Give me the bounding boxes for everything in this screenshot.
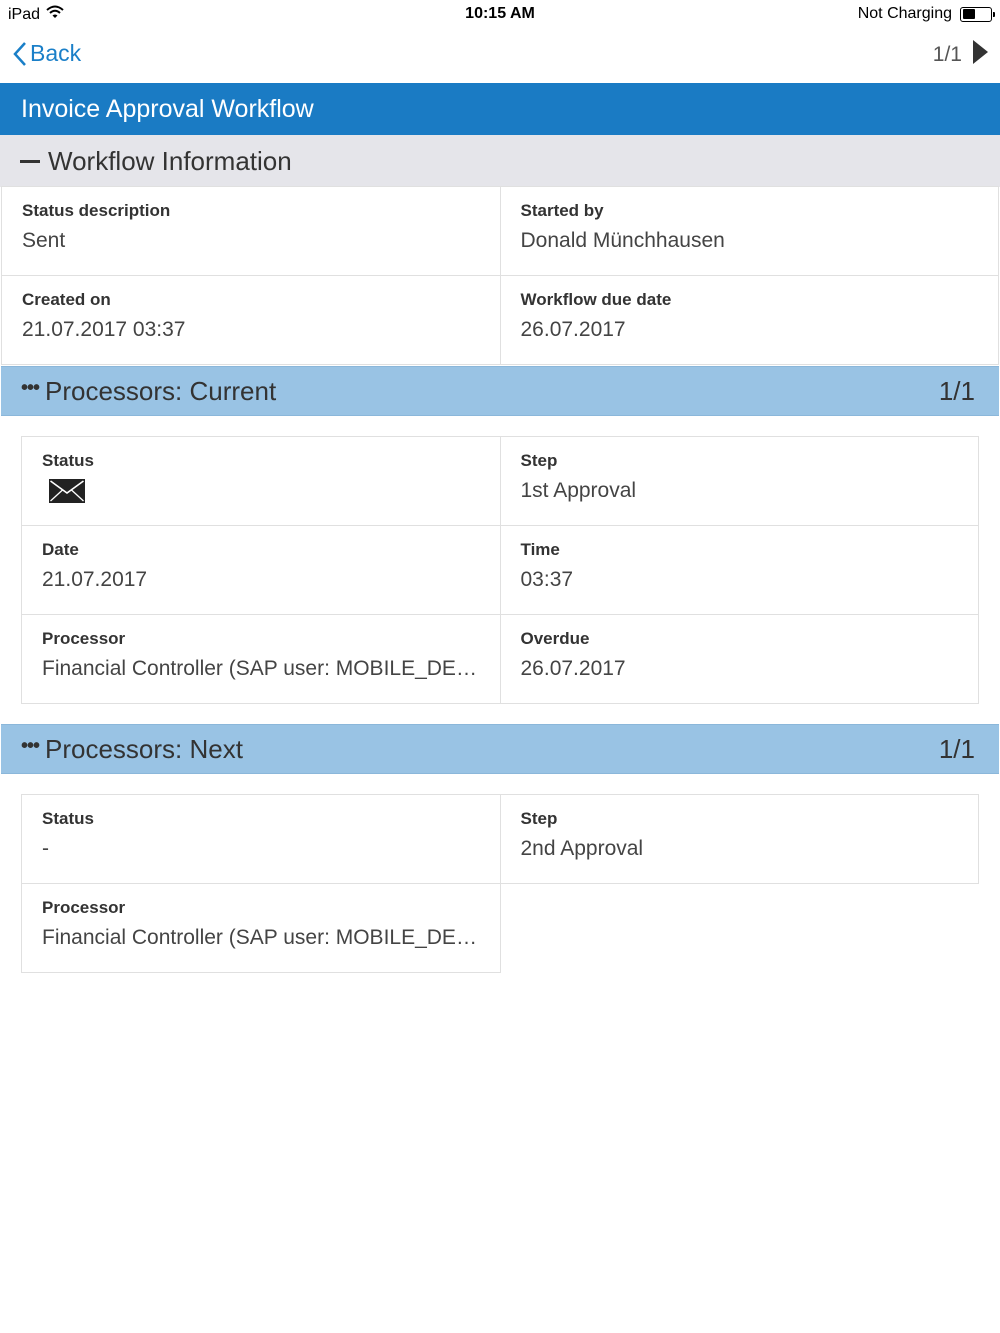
field-value: 2nd Approval	[520, 837, 644, 860]
field-value: -	[42, 837, 49, 860]
field-label: Step	[520, 451, 558, 470]
chevron-left-icon	[13, 41, 26, 66]
field-value: 26.07.2017	[520, 318, 626, 341]
back-button[interactable]: Back	[12, 40, 81, 67]
field-value: Donald Münchhausen	[520, 229, 725, 252]
clock: 10:15 AM	[465, 5, 535, 22]
section-title: Processors: Next	[45, 733, 243, 764]
field-label: Processor	[42, 629, 126, 648]
workflow-info-grid: Status description Sent Started by Donal…	[1, 186, 999, 365]
field-label: Step	[520, 809, 558, 828]
section-processors-current[interactable]: ••• Processors: Current 1/1	[1, 366, 999, 416]
collapse-icon	[20, 159, 40, 163]
battery-icon	[960, 6, 995, 22]
status-bar: iPad 10:15 AM Not Charging	[0, 0, 1000, 28]
play-right-icon	[973, 40, 988, 64]
field-label: Status description	[22, 201, 171, 220]
more-icon: •••	[21, 734, 40, 757]
field-value: 26.07.2017	[520, 657, 626, 680]
field-created-on: Created on 21.07.2017 03:37	[2, 276, 501, 365]
more-icon: •••	[21, 376, 40, 399]
field-label: Workflow due date	[520, 290, 672, 309]
field-processor: Processor Financial Controller (SAP user…	[22, 884, 501, 973]
back-label: Back	[30, 40, 82, 66]
field-started-by: Started by Donald Münchhausen	[500, 187, 999, 276]
field-value: Financial Controller (SAP user: MOBILE_D…	[42, 926, 477, 949]
field-label: Time	[520, 540, 560, 559]
empty-cell	[501, 884, 980, 973]
next-processor-grid: Status - Step 2nd Approval Processor Fin…	[21, 794, 979, 973]
field-label: Date	[42, 540, 79, 559]
field-workflow-due-date: Workflow due date 26.07.2017	[500, 276, 999, 365]
pager-count: 1/1	[932, 43, 962, 66]
field-overdue: Overdue 26.07.2017	[500, 615, 979, 704]
field-time: Time 03:37	[500, 526, 979, 615]
field-label: Started by	[520, 201, 604, 220]
section-title: Workflow Information	[48, 145, 292, 176]
field-value: Financial Controller (SAP user: MOBILE_D…	[42, 657, 477, 680]
page-title: Invoice Approval Workflow	[0, 83, 1000, 135]
charging-status: Not Charging	[857, 5, 952, 22]
section-processors-next[interactable]: ••• Processors: Next 1/1	[1, 724, 999, 774]
field-status: Status -	[22, 795, 501, 884]
next-record-button[interactable]	[972, 40, 988, 70]
section-workflow-information[interactable]: Workflow Information	[0, 135, 1000, 187]
field-step: Step 2nd Approval	[500, 795, 979, 884]
field-status-description: Status description Sent	[2, 187, 501, 276]
field-value: 21.07.2017 03:37	[22, 318, 186, 341]
section-count: 1/1	[938, 733, 975, 764]
section-count: 1/1	[938, 375, 975, 406]
field-value: 21.07.2017	[42, 568, 148, 591]
envelope-icon	[49, 479, 480, 508]
field-label: Processor	[42, 898, 126, 917]
navigation-bar: Back 1/1	[0, 28, 1000, 83]
field-label: Status	[42, 809, 94, 828]
field-step: Step 1st Approval	[500, 437, 979, 526]
field-value: Sent	[22, 229, 66, 252]
section-title: Processors: Current	[45, 375, 277, 406]
pager: 1/1	[933, 40, 988, 70]
field-processor: Processor Financial Controller (SAP user…	[22, 615, 501, 704]
field-date: Date 21.07.2017	[22, 526, 501, 615]
current-processor-grid: Status Step 1st Approval Date 21.07.2017…	[21, 436, 979, 704]
field-status: Status	[22, 437, 501, 526]
field-label: Overdue	[520, 629, 590, 648]
field-value: 1st Approval	[520, 479, 637, 502]
field-label: Created on	[22, 290, 111, 309]
field-value: 03:37	[520, 568, 574, 591]
field-label: Status	[42, 451, 94, 470]
